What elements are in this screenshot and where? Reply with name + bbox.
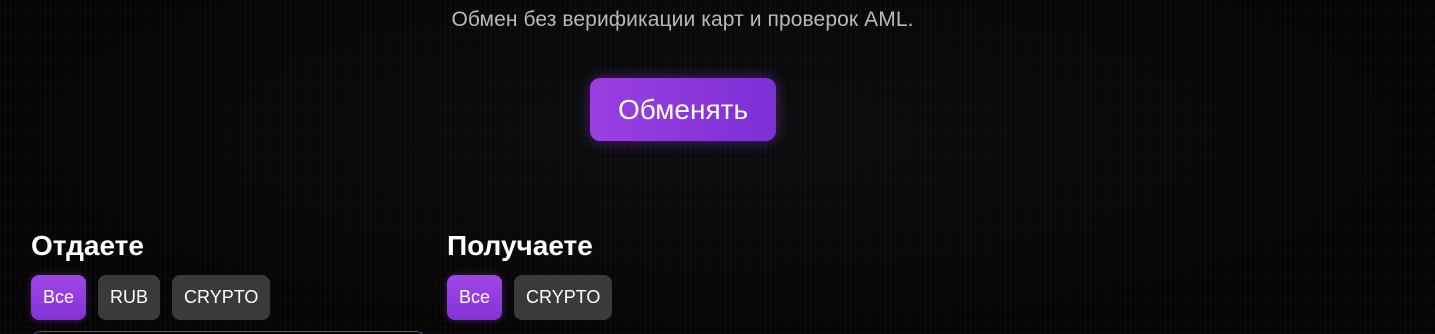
- get-filter-crypto[interactable]: CRYPTO: [514, 275, 613, 320]
- hero-subtitle: Обмен без верификации карт и проверок AM…: [451, 8, 914, 31]
- get-filter-row: Все CRYPTO: [447, 275, 613, 320]
- exchange-page: Обмен без верификации карт и проверок AM…: [0, 0, 1435, 334]
- give-filter-crypto[interactable]: CRYPTO: [172, 275, 271, 320]
- give-filter-rub[interactable]: RUB: [98, 275, 161, 320]
- get-filter-all[interactable]: Все: [447, 275, 503, 320]
- give-section-title: Отдаете: [31, 230, 144, 261]
- exchange-button[interactable]: Обменять: [590, 78, 776, 141]
- give-filter-all[interactable]: Все: [31, 275, 87, 320]
- give-filter-row: Все RUB CRYPTO: [31, 275, 271, 320]
- get-section-title: Получаете: [447, 230, 593, 261]
